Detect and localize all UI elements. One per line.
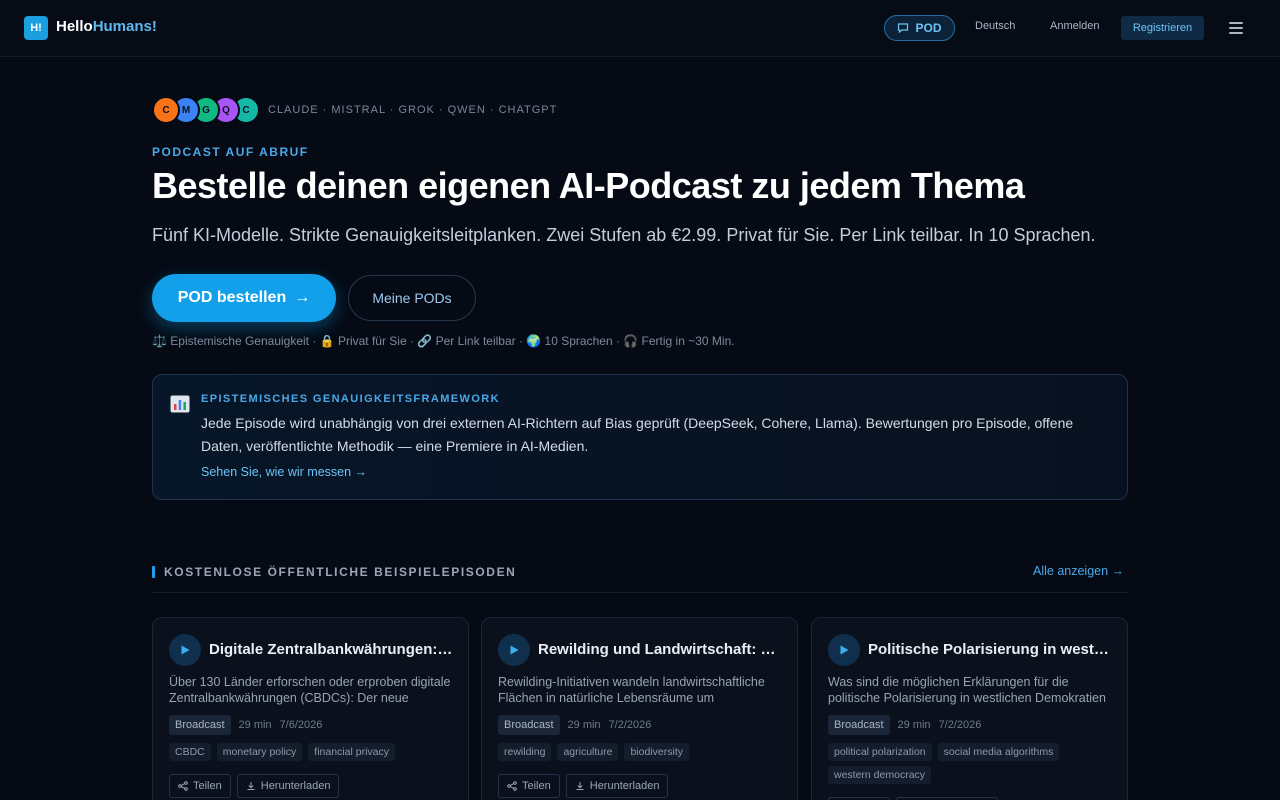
share-button[interactable]: Teilen [169,774,231,798]
episode-date: 7/2/2026 [608,719,652,731]
arrow-right-icon: → [294,289,311,306]
share-icon [178,781,188,791]
pod-nav-button[interactable]: POD [884,15,955,41]
play-icon [179,644,191,656]
topic-tag[interactable]: western democracy [828,766,932,784]
episode-title[interactable]: Digitale Zentralbankwährungen: Der [209,641,453,658]
hero-eyebrow: PODCAST AUF ABRUF [152,145,309,159]
episode-duration: 29 min [567,719,601,731]
episode-card[interactable]: Digitale Zentralbankwährungen: Der Über 1… [152,617,469,800]
hero-title: Bestelle deinen eigenen AI-Podcast zu je… [152,165,1025,206]
download-icon [575,781,585,791]
topic-tag[interactable]: biodiversity [624,743,689,761]
hero-subtitle: Fünf KI-Modelle. Strikte Genauigkeitslei… [152,225,1096,245]
topic-tag[interactable]: financial privacy [308,743,395,761]
episode-actions: Teilen Herunterladen [169,774,340,798]
episode-meta: Broadcast 29 min 7/2/2026 [828,715,981,735]
section-accent-bar [152,566,155,578]
episode-date: 7/2/2026 [938,719,982,731]
order-pod-label: POD bestellen [177,289,287,306]
download-button[interactable]: Herunterladen [236,774,340,798]
login-link[interactable]: Anmelden [1050,20,1100,32]
format-badge: Broadcast [498,715,560,735]
bar-chart-icon [170,395,190,413]
topic-tag[interactable]: agriculture [557,743,619,761]
episode-meta: Broadcast 29 min 7/6/2026 [169,715,322,735]
topic-tag[interactable]: rewilding [498,743,552,761]
share-label: Teilen [522,780,551,792]
model-avatar: C [152,96,180,124]
episode-tags: political polarization social media algor… [828,743,1112,784]
episode-card[interactable]: Rewilding und Landwirtschaft: Land Rewild… [481,617,798,800]
model-avatars: CMGQC [152,96,272,124]
chat-bubble-icon [898,23,909,34]
brand-part-2: Humans! [92,18,157,35]
download-icon [246,781,256,791]
play-button[interactable] [498,634,530,666]
share-button[interactable]: Teilen [498,774,560,798]
feature-list: ⚖️ Epistemische Genauigkeit · 🔒 Privat f… [152,334,735,348]
play-button[interactable] [828,634,860,666]
methodology-link[interactable]: Sehen Sie, wie wir messen → [201,465,367,479]
pod-nav-label: POD [915,21,942,35]
topic-tag[interactable]: political polarization [828,743,932,761]
section-title: KOSTENLOSE ÖFFENTLICHE BEISPIELEPISODEN [164,565,517,579]
episode-duration: 29 min [238,719,272,731]
model-list: CLAUDE · MISTRAL · GROK · QWEN · CHATGPT [268,104,558,116]
my-pods-button[interactable]: Meine PODs [348,275,476,321]
download-button[interactable]: Herunterladen [565,774,669,798]
episode-description: Was sind die möglichen Erklärungen für d… [828,675,1106,705]
share-icon [507,781,517,791]
episode-description: Rewilding-Initiativen wandeln landwirtsc… [498,675,765,705]
download-label: Herunterladen [589,780,660,792]
language-selector[interactable]: Deutsch [975,20,1015,32]
episode-title[interactable]: Politische Polarisierung in westlichen [868,641,1112,658]
topic-tag[interactable]: social media algorithms [937,743,1060,761]
episode-tags: rewilding agriculture biodiversity [498,743,782,761]
format-badge: Broadcast [828,715,890,735]
episode-description: Über 130 Länder erforschen oder erproben… [169,675,451,705]
logo-icon[interactable]: H! [24,16,48,40]
episode-meta: Broadcast 29 min 7/2/2026 [498,715,651,735]
episode-date: 7/6/2026 [279,719,323,731]
order-pod-button[interactable]: POD bestellen → [152,274,336,322]
share-label: Teilen [193,780,222,792]
register-button[interactable]: Registrieren [1121,16,1204,40]
play-button[interactable] [169,634,201,666]
play-icon [838,644,850,656]
view-all-link[interactable]: Alle anzeigen → [1033,564,1124,578]
topic-tag[interactable]: CBDC [169,743,211,761]
download-label: Herunterladen [260,780,331,792]
top-navigation: H! HelloHumans! POD Deutsch Anmelden Reg… [0,0,1280,57]
episode-title[interactable]: Rewilding und Landwirtschaft: Land [538,641,782,658]
topic-tag[interactable]: monetary policy [216,743,303,761]
play-icon [508,644,520,656]
section-divider [152,592,1128,593]
episode-actions: Teilen Herunterladen [498,774,669,798]
episode-card[interactable]: Politische Polarisierung in westlichen Wa… [811,617,1128,800]
accuracy-framework-box: EPISTEMISCHES GENAUIGKEITSFRAMEWORK Jede… [152,374,1128,500]
hamburger-menu-icon[interactable] [1229,22,1243,34]
brand-name[interactable]: HelloHumans! [56,18,157,35]
format-badge: Broadcast [169,715,231,735]
framework-label: EPISTEMISCHES GENAUIGKEITSFRAMEWORK [201,393,500,405]
episode-duration: 29 min [897,719,931,731]
brand-part-1: Hello [56,18,93,35]
episode-tags: CBDC monetary policy financial privacy [169,743,453,761]
framework-text: Jede Episode wird unabhängig von drei ex… [201,415,1074,454]
